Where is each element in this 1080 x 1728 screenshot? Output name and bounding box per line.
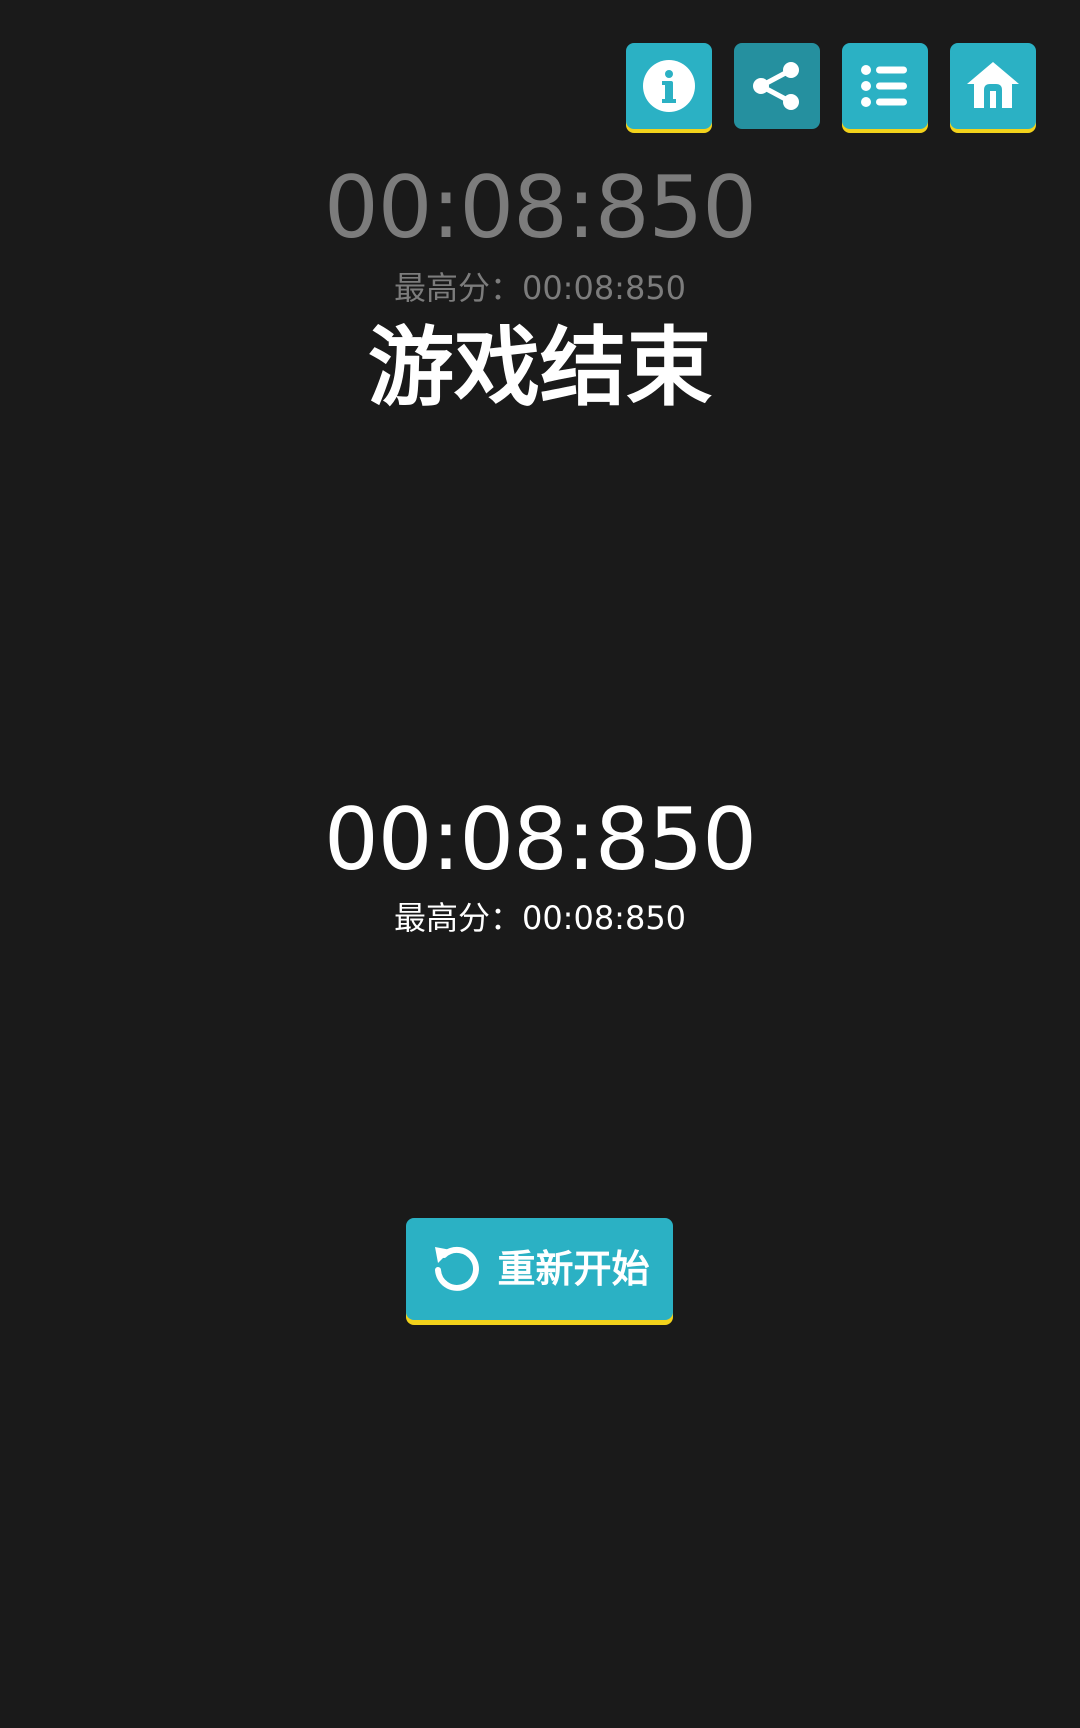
home-icon [967, 62, 1019, 108]
best-score: 最高分：00:08:850 [393, 899, 687, 937]
share-button[interactable] [734, 43, 820, 129]
previous-best-score: 最高分：00:08:850 [393, 269, 687, 307]
info-button[interactable] [626, 43, 712, 129]
share-icon [753, 62, 799, 110]
current-time-display: 00:08:850 [324, 790, 757, 890]
list-button[interactable] [842, 43, 928, 129]
restart-icon [435, 1246, 480, 1291]
game-over-title: 游戏结束 [368, 318, 712, 418]
info-icon [643, 60, 695, 112]
home-button[interactable] [950, 43, 1036, 129]
top-toolbar [626, 43, 1036, 129]
list-icon [861, 65, 907, 107]
previous-time-display: 00:08:850 [324, 158, 757, 258]
restart-button[interactable]: 重新开始 [406, 1218, 673, 1320]
restart-label: 重新开始 [497, 1247, 650, 1291]
